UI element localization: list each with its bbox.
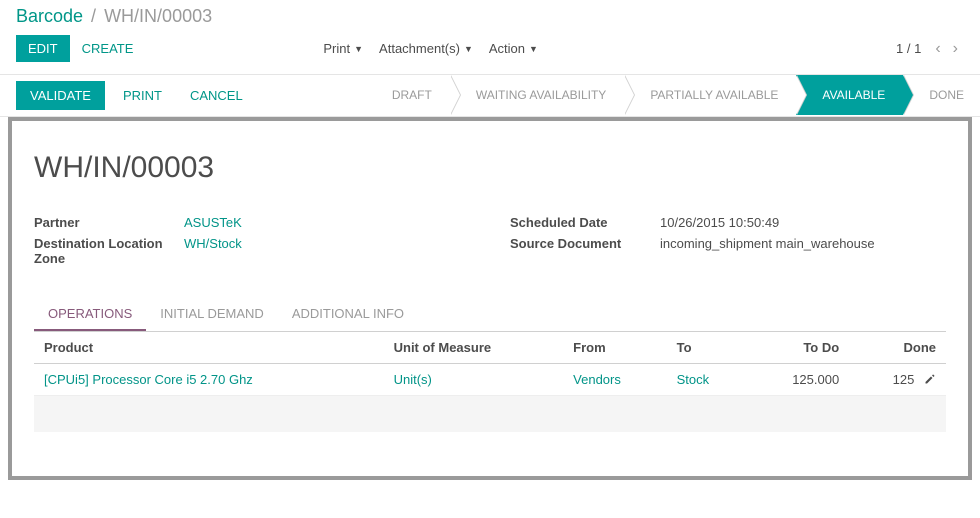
col-done: Done [849, 332, 946, 364]
attachments-menu[interactable]: Attachment(s) ▼ [371, 37, 481, 60]
page-title: WH/IN/00003 [34, 151, 946, 185]
pencil-icon[interactable] [924, 372, 936, 387]
source-value: incoming_shipment main_warehouse [660, 236, 946, 251]
status-draft[interactable]: DRAFT [366, 75, 450, 115]
pager-prev-icon[interactable]: ‹ [929, 40, 946, 58]
partner-value[interactable]: ASUSTeK [184, 215, 470, 230]
sched-label: Scheduled Date [510, 215, 660, 230]
pager-count: 1 / 1 [896, 41, 921, 56]
status-available[interactable]: AVAILABLE [796, 75, 903, 115]
print-menu-label: Print [323, 41, 350, 56]
breadcrumb-current: WH/IN/00003 [104, 6, 212, 27]
caret-down-icon: ▼ [529, 44, 538, 54]
operations-table: Product Unit of Measure From To To Do Do… [34, 332, 946, 432]
tab-operations[interactable]: OPERATIONS [34, 298, 146, 331]
col-from: From [563, 332, 666, 364]
table-spacer [34, 396, 946, 432]
tabs: OPERATIONS INITIAL DEMAND ADDITIONAL INF… [34, 298, 946, 332]
status-waiting[interactable]: WAITING AVAILABILITY [450, 75, 624, 115]
cell-to[interactable]: Stock [667, 364, 747, 396]
caret-down-icon: ▼ [464, 44, 473, 54]
col-to: To [667, 332, 747, 364]
print-menu[interactable]: Print ▼ [315, 37, 371, 60]
edit-button[interactable]: EDIT [16, 35, 70, 62]
col-uom: Unit of Measure [384, 332, 564, 364]
breadcrumb: Barcode / WH/IN/00003 [16, 6, 212, 27]
action-menu[interactable]: Action ▼ [481, 37, 546, 60]
breadcrumb-root[interactable]: Barcode [16, 6, 83, 27]
dest-label: Destination Location Zone [34, 236, 184, 266]
cancel-button[interactable]: CANCEL [178, 81, 255, 110]
table-row[interactable]: [CPUi5] Processor Core i5 2.70 Ghz Unit(… [34, 364, 946, 396]
pager-next-icon[interactable]: › [947, 40, 964, 58]
col-todo: To Do [747, 332, 849, 364]
cell-from[interactable]: Vendors [563, 364, 666, 396]
status-partial[interactable]: PARTIALLY AVAILABLE [624, 75, 796, 115]
partner-label: Partner [34, 215, 184, 230]
caret-down-icon: ▼ [354, 44, 363, 54]
print-button[interactable]: PRINT [111, 81, 174, 110]
cell-done: 125 [849, 364, 946, 396]
source-label: Source Document [510, 236, 660, 251]
status-done[interactable]: DONE [903, 75, 980, 115]
cell-todo: 125.000 [747, 364, 849, 396]
status-steps: DRAFT WAITING AVAILABILITY PARTIALLY AVA… [366, 75, 980, 116]
cell-uom[interactable]: Unit(s) [384, 364, 564, 396]
create-button[interactable]: CREATE [70, 35, 146, 62]
cell-done-value: 125 [893, 372, 915, 387]
pager: 1 / 1 ‹ › [896, 40, 964, 58]
sched-value: 10/26/2015 10:50:49 [660, 215, 946, 230]
attachments-menu-label: Attachment(s) [379, 41, 460, 56]
tab-additional-info[interactable]: ADDITIONAL INFO [278, 298, 418, 331]
action-menu-label: Action [489, 41, 525, 56]
breadcrumb-sep: / [91, 6, 96, 27]
tab-initial-demand[interactable]: INITIAL DEMAND [146, 298, 278, 331]
cell-product[interactable]: [CPUi5] Processor Core i5 2.70 Ghz [34, 364, 384, 396]
col-product: Product [34, 332, 384, 364]
form-sheet: WH/IN/00003 Partner ASUSTeK Destination … [8, 117, 972, 480]
dest-value[interactable]: WH/Stock [184, 236, 470, 251]
validate-button[interactable]: VALIDATE [16, 81, 105, 110]
